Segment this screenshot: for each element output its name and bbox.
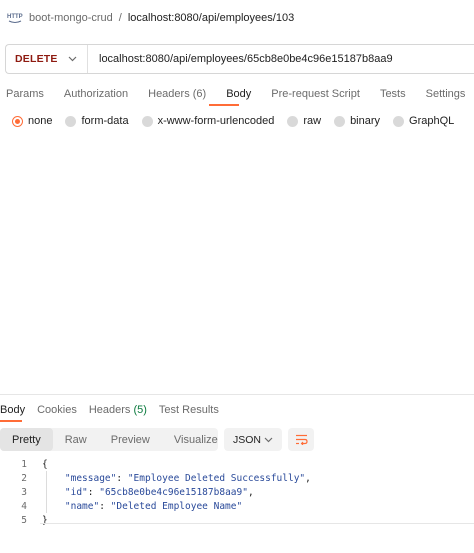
tab-body[interactable]: Body — [226, 88, 251, 100]
breadcrumb: HTTP boot-mongo-crud / localhost:8080/ap… — [7, 10, 294, 26]
view-mode-toggle: Pretty Raw Preview Visualize — [0, 428, 218, 451]
response-tabs: Body Cookies Headers (5) Test Results — [0, 402, 231, 422]
radio-checked[interactable] — [12, 115, 23, 127]
request-tabs: Params Authorization Headers (6) Body Pr… — [6, 86, 474, 106]
body-option-form-data[interactable]: form-data — [65, 115, 129, 127]
radio[interactable] — [287, 115, 299, 127]
code-line: 2 "message": "Employee Deleted Successfu… — [0, 471, 474, 485]
json-trail: , — [305, 472, 311, 484]
line-number: 4 — [21, 500, 27, 512]
body-option-raw[interactable]: raw — [287, 115, 321, 127]
wrap-lines-icon — [295, 434, 308, 445]
response-tab-cookies[interactable]: Cookies — [37, 404, 77, 416]
tab-settings[interactable]: Settings — [426, 88, 466, 100]
json-key: "id" — [64, 486, 88, 498]
line-number: 1 — [21, 458, 27, 470]
body-type-options: none form-data x-www-form-urlencoded raw… — [12, 114, 467, 128]
view-raw[interactable]: Raw — [53, 428, 99, 451]
format-label: JSON — [233, 433, 262, 446]
radio[interactable] — [334, 115, 346, 127]
wrap-lines-button[interactable] — [288, 428, 314, 451]
response-tab-body[interactable]: Body — [0, 404, 25, 416]
format-selector[interactable]: JSON — [224, 428, 282, 451]
indent-guide — [46, 471, 47, 513]
view-preview[interactable]: Preview — [99, 428, 162, 451]
radio[interactable] — [65, 115, 77, 127]
response-tab-test-results[interactable]: Test Results — [159, 404, 219, 416]
chevron-down-icon — [68, 56, 77, 62]
json-key: "name" — [64, 500, 100, 512]
method-selector[interactable]: DELETE — [6, 45, 88, 73]
response-tab-headers[interactable]: Headers (5) — [89, 404, 147, 416]
svg-text:HTTP: HTTP — [7, 14, 23, 20]
json-value: "65cb8e0be4c96e15187b8aa9" — [99, 486, 248, 498]
tab-tests[interactable]: Tests — [380, 88, 406, 100]
response-headers-count: (5) — [133, 404, 147, 416]
code-text: "id": "65cb8e0be4c96e15187b8aa9", — [64, 486, 254, 498]
line-number: 3 — [21, 486, 27, 498]
active-response-tab-indicator — [0, 420, 22, 422]
code-line: 3 "id": "65cb8e0be4c96e15187b8aa9", — [0, 485, 474, 499]
chevron-down-icon — [264, 437, 273, 442]
tab-params[interactable]: Params — [6, 88, 44, 100]
panel-divider[interactable] — [0, 394, 474, 395]
breadcrumb-separator: / — [118, 12, 122, 24]
response-tab-headers-label: Headers — [88, 404, 131, 416]
tab-pre-request-script[interactable]: Pre-request Script — [271, 88, 360, 100]
body-option-label: form-data — [81, 115, 129, 127]
active-tab-indicator — [209, 104, 239, 106]
radio[interactable] — [141, 115, 153, 127]
body-option-label: GraphQL — [409, 115, 455, 127]
code-text: "name": "Deleted Employee Name" — [64, 500, 243, 512]
http-icon: HTTP — [7, 14, 23, 23]
code-line: 1 { — [0, 457, 474, 471]
tab-headers[interactable]: Headers (6) — [148, 88, 206, 100]
tab-authorization[interactable]: Authorization — [64, 88, 128, 100]
json-value: "Deleted Employee Name" — [110, 500, 243, 512]
line-number: 5 — [21, 514, 27, 526]
body-option-label: none — [28, 115, 53, 127]
open-brace: { — [42, 458, 48, 470]
body-option-graphql[interactable]: GraphQL — [393, 115, 454, 127]
body-option-label: x-www-form-urlencoded — [157, 115, 275, 127]
code-text: { — [42, 459, 48, 470]
json-value: "Employee Deleted Successfully" — [127, 472, 306, 484]
method-label: DELETE — [15, 53, 58, 65]
body-option-label: binary — [350, 115, 381, 127]
body-option-none[interactable]: none — [12, 115, 52, 127]
view-pretty[interactable]: Pretty — [0, 428, 53, 451]
line-number: 2 — [21, 472, 27, 484]
body-option-label: raw — [303, 115, 322, 127]
json-trail: , — [247, 486, 254, 498]
radio[interactable] — [393, 115, 405, 127]
url-input[interactable] — [88, 45, 474, 73]
breadcrumb-collection[interactable]: boot-mongo-crud — [29, 12, 113, 24]
breadcrumb-request[interactable]: localhost:8080/api/employees/103 — [128, 12, 294, 24]
view-visualize[interactable]: Visualize — [162, 428, 230, 451]
body-option-binary[interactable]: binary — [334, 115, 380, 127]
json-key: "message" — [64, 472, 117, 484]
body-option-urlencoded[interactable]: x-www-form-urlencoded — [141, 115, 275, 127]
code-text: "message": "Employee Deleted Successfull… — [64, 472, 311, 484]
url-bar: DELETE — [5, 44, 474, 74]
active-line-highlight — [40, 511, 474, 524]
